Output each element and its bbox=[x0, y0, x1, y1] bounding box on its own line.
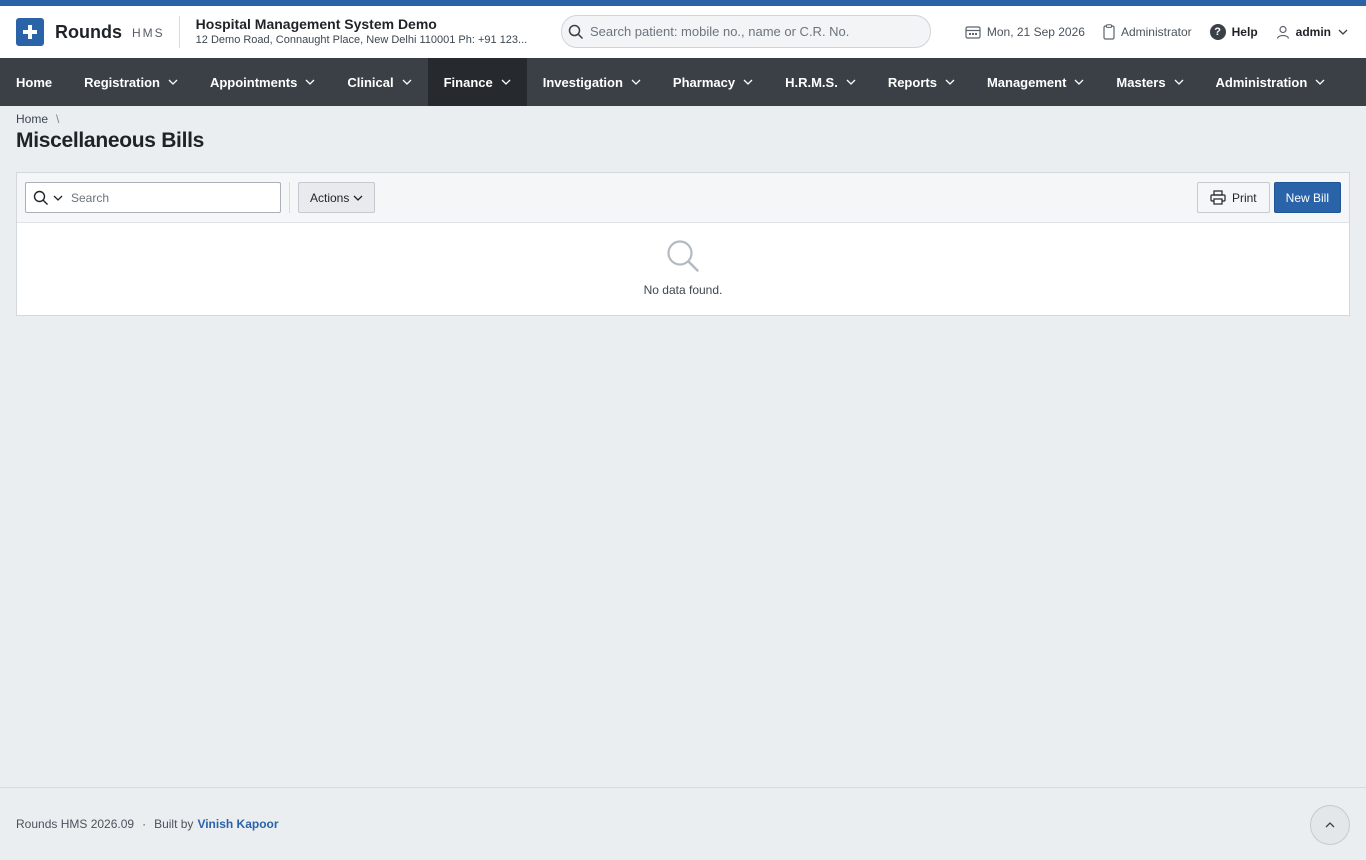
actions-label: Actions bbox=[310, 190, 350, 205]
patient-search-input[interactable] bbox=[590, 24, 910, 39]
new-bill-label: New Bill bbox=[1285, 190, 1329, 205]
brand-logo[interactable]: Rounds HMS bbox=[16, 18, 165, 46]
chevron-up-icon bbox=[1325, 822, 1335, 828]
search-icon bbox=[568, 24, 584, 39]
print-button[interactable]: Print bbox=[1196, 182, 1270, 213]
nav-label: H.R.M.S. bbox=[785, 74, 838, 90]
calendar-icon bbox=[965, 26, 981, 39]
empty-message: No data found. bbox=[643, 283, 723, 297]
user-name: admin bbox=[1295, 25, 1331, 39]
search-icon[interactable] bbox=[33, 190, 49, 206]
main-nav: Home Registration Appointments Clinical … bbox=[0, 58, 1366, 106]
nav-investigation[interactable]: Investigation bbox=[527, 58, 657, 106]
list-search-input[interactable] bbox=[71, 190, 271, 205]
nav-label: Home bbox=[16, 74, 53, 90]
chevron-down-icon bbox=[945, 79, 955, 85]
panel-toolbar: Actions Print New Bill bbox=[17, 173, 1349, 223]
actions-button[interactable]: Actions bbox=[298, 182, 376, 213]
new-bill-button[interactable]: New Bill bbox=[1273, 182, 1341, 213]
print-label: Print bbox=[1231, 190, 1257, 205]
footer-version: Rounds HMS 2026.09 bbox=[16, 817, 135, 831]
chevron-down-icon bbox=[501, 79, 511, 85]
nav-label: Appointments bbox=[209, 74, 298, 90]
nav-label: Finance bbox=[443, 74, 493, 90]
user-menu[interactable]: admin bbox=[1276, 25, 1348, 39]
page-title: Miscellaneous Bills bbox=[16, 129, 205, 152]
empty-state: No data found. bbox=[17, 223, 1349, 297]
chevron-down-icon bbox=[1174, 79, 1184, 85]
page-footer: Rounds HMS 2026.09 · Built by Vinish Kap… bbox=[0, 787, 1366, 860]
help-link[interactable]: ? Help bbox=[1209, 24, 1258, 40]
plus-logo-icon bbox=[16, 18, 44, 46]
printer-icon bbox=[1210, 190, 1226, 205]
nav-administration[interactable]: Administration bbox=[1200, 58, 1342, 106]
footer-author-link[interactable]: Vinish Kapoor bbox=[197, 817, 278, 831]
date-text: Mon, 21 Sep 2026 bbox=[986, 25, 1085, 39]
toolbar-divider bbox=[289, 182, 290, 213]
chevron-down-icon bbox=[1338, 29, 1348, 35]
breadcrumb: Home \ bbox=[16, 112, 59, 126]
bills-panel: Actions Print New Bill No data found. bbox=[16, 172, 1350, 316]
nav-clinical[interactable]: Clinical bbox=[331, 58, 427, 106]
nav-label: Registration bbox=[84, 74, 160, 90]
footer-dot: · bbox=[142, 817, 147, 831]
chevron-down-icon bbox=[743, 79, 753, 85]
nav-home[interactable]: Home bbox=[0, 58, 68, 106]
brand-name: Rounds bbox=[55, 21, 122, 42]
nav-label: Administration bbox=[1215, 74, 1308, 90]
footer-built-by: Built by bbox=[154, 817, 194, 831]
nav-hrms[interactable]: H.R.M.S. bbox=[769, 58, 872, 106]
nav-label: Reports bbox=[887, 74, 937, 90]
nav-appointments[interactable]: Appointments bbox=[194, 58, 331, 106]
chevron-down-icon bbox=[846, 79, 856, 85]
nav-management[interactable]: Management bbox=[971, 58, 1100, 106]
brand-sub: HMS bbox=[132, 26, 165, 40]
current-date: Mon, 21 Sep 2026 bbox=[965, 25, 1085, 39]
nav-reports[interactable]: Reports bbox=[872, 58, 971, 106]
org-name: Hospital Management System Demo bbox=[195, 16, 437, 32]
clipboard-icon bbox=[1103, 24, 1115, 40]
org-address: 12 Demo Road, Connaught Place, New Delhi… bbox=[195, 34, 528, 46]
role-indicator[interactable]: Administrator bbox=[1103, 24, 1192, 40]
patient-search-box[interactable] bbox=[561, 15, 931, 48]
question-icon: ? bbox=[1209, 24, 1226, 40]
nav-pharmacy[interactable]: Pharmacy bbox=[657, 58, 769, 106]
chevron-down-icon bbox=[402, 79, 412, 85]
help-text: Help bbox=[1231, 25, 1258, 39]
chevron-down-icon bbox=[1074, 79, 1084, 85]
toolbar-right: Print New Bill bbox=[1196, 182, 1341, 213]
chevron-down-icon bbox=[353, 195, 363, 201]
header-right: Mon, 21 Sep 2026 Administrator ? Help ad… bbox=[947, 6, 1348, 58]
nav-label: Management bbox=[986, 74, 1067, 90]
header-divider bbox=[178, 16, 180, 48]
chevron-down-icon bbox=[631, 79, 641, 85]
breadcrumb-separator: \ bbox=[56, 112, 60, 126]
nav-label: Masters bbox=[1116, 74, 1166, 90]
scroll-to-top-button[interactable] bbox=[1310, 805, 1350, 845]
role-text: Administrator bbox=[1120, 25, 1192, 39]
user-icon bbox=[1276, 25, 1289, 39]
organization-info: Hospital Management System Demo 12 Demo … bbox=[196, 16, 556, 48]
nav-label: Investigation bbox=[542, 74, 623, 90]
nav-label: Clinical bbox=[347, 74, 394, 90]
nav-label: Pharmacy bbox=[672, 74, 736, 90]
nav-registration[interactable]: Registration bbox=[68, 58, 194, 106]
chevron-down-icon bbox=[305, 79, 315, 85]
nav-finance[interactable]: Finance bbox=[427, 58, 527, 106]
search-empty-icon bbox=[667, 240, 699, 272]
chevron-down-icon bbox=[168, 79, 178, 85]
breadcrumb-home[interactable]: Home bbox=[16, 112, 48, 126]
app-header: Rounds HMS Hospital Management System De… bbox=[0, 6, 1366, 58]
nav-masters[interactable]: Masters bbox=[1100, 58, 1199, 106]
chevron-down-icon bbox=[1315, 79, 1325, 85]
list-search-box[interactable] bbox=[25, 182, 281, 213]
chevron-down-icon[interactable] bbox=[53, 195, 63, 201]
